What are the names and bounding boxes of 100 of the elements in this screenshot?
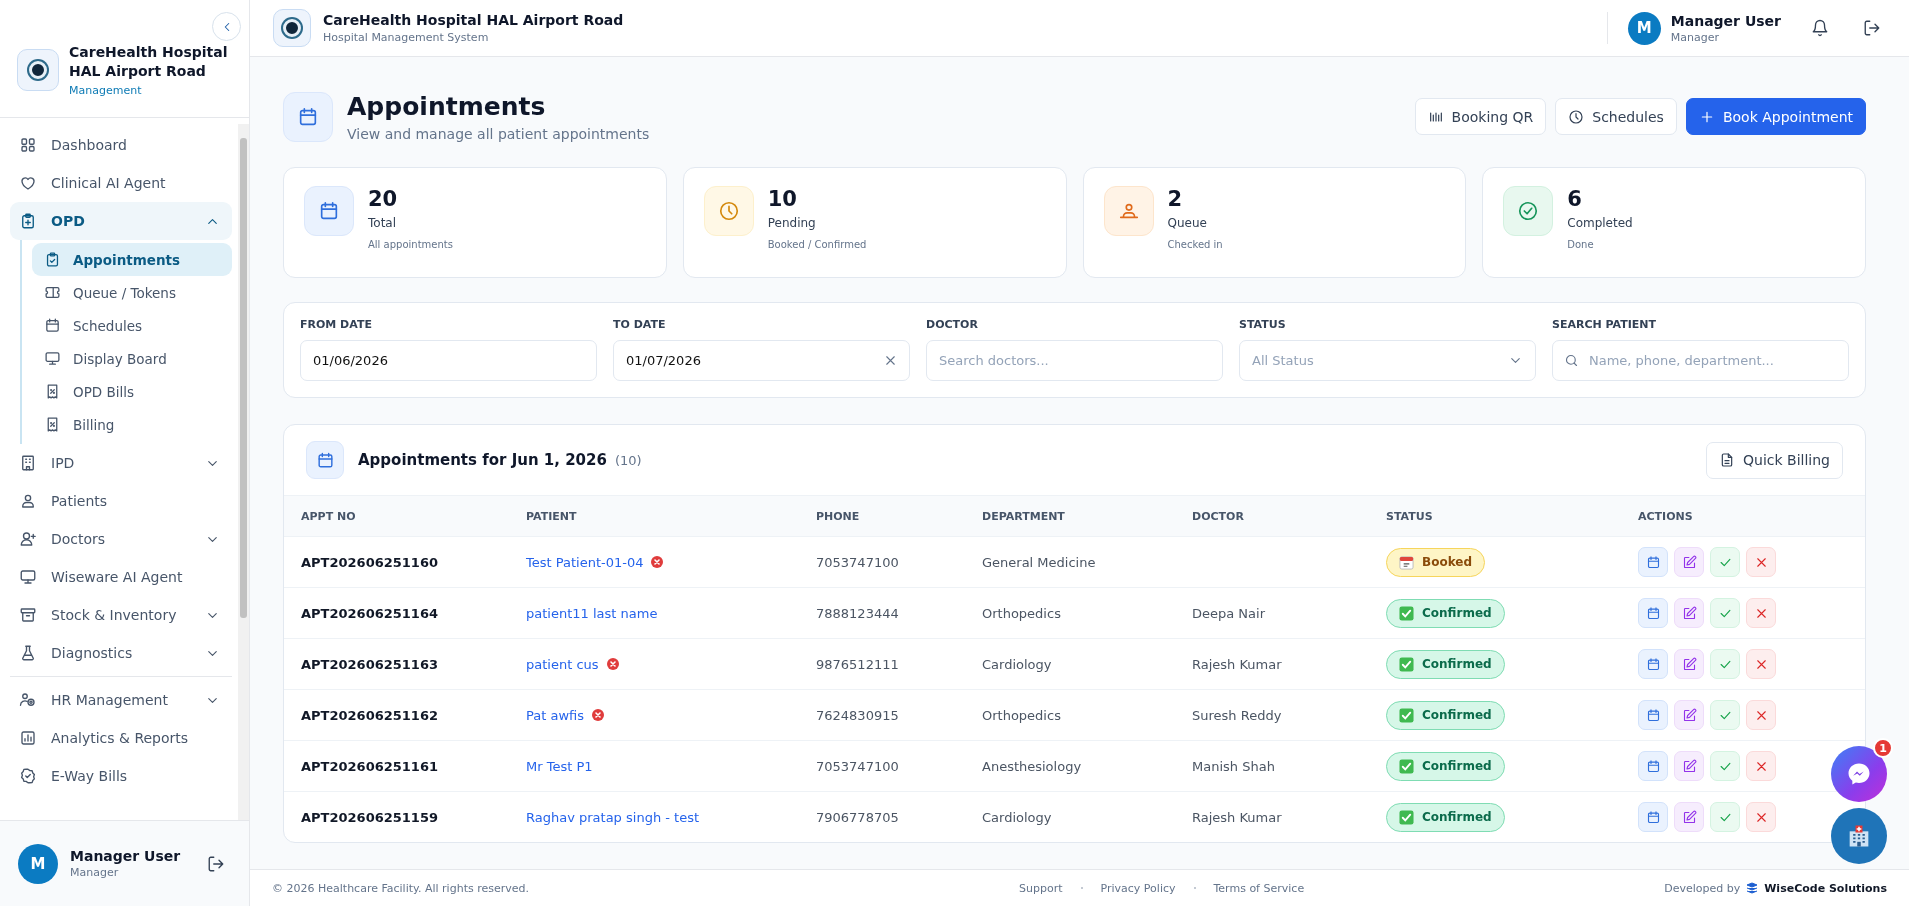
sidebar-item[interactable]: Doctors <box>10 520 232 558</box>
sidebar-item[interactable]: Wiseware AI Agent <box>10 558 232 596</box>
table-cell-text: Rajesh Kumar <box>1192 656 1283 672</box>
reschedule-button[interactable] <box>1638 751 1668 781</box>
date-field[interactable]: 01/07/2026 <box>613 340 910 381</box>
column-header: DEPARTMENT <box>982 509 1066 523</box>
reschedule-button[interactable] <box>1638 547 1668 577</box>
search-icon <box>1564 353 1579 368</box>
stat-value: 2 <box>1167 186 1184 212</box>
table-cell-text: 7906778705 <box>816 809 900 825</box>
person-icon <box>1103 186 1154 236</box>
cancel-button[interactable] <box>1746 802 1776 832</box>
clipboard-check-icon <box>44 251 61 268</box>
field-label: TO DATE <box>613 318 667 331</box>
cancel-button[interactable] <box>1746 547 1776 577</box>
appointment-count: (10) <box>614 452 642 468</box>
quick-billing-button[interactable]: Quick Billing <box>1706 441 1843 479</box>
scrollbar[interactable] <box>238 124 249 820</box>
clock-icon <box>703 186 754 236</box>
reschedule-button[interactable] <box>1638 649 1668 679</box>
cancel-button[interactable] <box>1746 751 1776 781</box>
input-field[interactable]: Search doctors... <box>926 340 1223 381</box>
schedules-button[interactable]: Schedules <box>1555 98 1677 135</box>
reschedule-button[interactable] <box>1638 598 1668 628</box>
patient-link[interactable]: Mr Test P1 <box>526 758 593 774</box>
sidebar-item[interactable]: HR Management <box>10 681 232 719</box>
sidebar-subitem[interactable]: Queue / Tokens <box>32 276 232 309</box>
sidebar-item[interactable]: Analytics & Reports <box>10 719 232 757</box>
cancel-button[interactable] <box>1746 649 1776 679</box>
stat-note: Booked / Confirmed <box>767 239 867 250</box>
sidebar-item[interactable]: Clinical AI Agent <box>10 164 232 202</box>
calendar-icon <box>1645 758 1661 774</box>
sidebar-item[interactable]: E-Way Bills <box>10 757 232 795</box>
sidebar-item[interactable]: OPD <box>10 202 232 240</box>
edit-button[interactable] <box>1674 802 1704 832</box>
cancel-button[interactable] <box>1746 700 1776 730</box>
app-title: CareHealth Hospital HAL Airport Road <box>323 12 624 28</box>
status-badge: Confirmed <box>1386 802 1505 832</box>
sidebar-item[interactable]: Stock & Inventory <box>10 596 232 634</box>
patient-link[interactable]: Raghav pratap singh - test <box>526 809 700 825</box>
reschedule-button[interactable] <box>1638 802 1668 832</box>
stat-label: Total <box>368 216 398 230</box>
edit-button[interactable] <box>1674 547 1704 577</box>
book-appointment-button[interactable]: Book Appointment <box>1685 98 1866 135</box>
footer-link[interactable]: Terms of Service <box>1213 881 1305 895</box>
patient-link[interactable]: Test Patient-01-04 <box>526 554 664 570</box>
patient-link[interactable]: Pat awfis <box>526 707 604 723</box>
table-cell-text: Suresh Reddy <box>1192 707 1283 723</box>
edit-button[interactable] <box>1674 700 1704 730</box>
table-cell-text: APT202606251163 <box>301 656 439 672</box>
status-badge: Confirmed <box>1386 649 1505 679</box>
status-badge: Booked <box>1386 547 1486 577</box>
column-header: DOCTOR <box>1192 509 1245 523</box>
user-avatar: M <box>1627 11 1661 45</box>
error-icon <box>651 556 664 568</box>
sidebar-item[interactable]: Patients <box>10 482 232 520</box>
table-cell-text: Orthopedics <box>982 605 1062 621</box>
user-avatar: M <box>18 843 58 884</box>
archive-icon <box>19 606 37 624</box>
booking-qr-button[interactable]: Booking QR <box>1414 98 1547 135</box>
footer-link[interactable]: Support <box>1019 881 1063 895</box>
clipboard-icon <box>19 212 37 230</box>
building-icon <box>19 454 37 472</box>
table-cell-text: 7053747100 <box>816 758 900 774</box>
sidebar-subitem[interactable]: OPD Bills <box>32 375 232 408</box>
clock-icon <box>1568 108 1585 125</box>
calendar-icon <box>1645 656 1661 672</box>
hospital-name: CareHealth Hospital HAL Airport Road <box>69 42 229 81</box>
page-title: Appointments <box>347 92 547 122</box>
sidebar-subitem[interactable]: Billing <box>32 408 232 441</box>
table-cell-text: APT202606251162 <box>301 707 439 723</box>
sidebar-item[interactable]: IPD <box>10 444 232 482</box>
sidebar-item[interactable]: Dashboard <box>10 126 232 164</box>
edit-button[interactable] <box>1674 598 1704 628</box>
patient-link[interactable]: patient cus <box>526 656 619 672</box>
field-label: STATUS <box>1239 318 1287 331</box>
calendar-icon <box>1399 554 1414 570</box>
table-cell-text: Rajesh Kumar <box>1192 809 1283 825</box>
clear-icon <box>883 353 898 368</box>
search-field[interactable]: Name, phone, department... <box>1552 340 1849 381</box>
error-icon <box>592 709 604 721</box>
sidebar-subitem[interactable]: Schedules <box>32 309 232 342</box>
footer-link[interactable]: Privacy Policy <box>1100 881 1176 895</box>
checkbox-icon <box>1399 707 1414 723</box>
edit-button[interactable] <box>1674 751 1704 781</box>
user-name: Manager User <box>1670 12 1781 29</box>
field-label: DOCTOR <box>926 318 979 331</box>
patient-link[interactable]: patient11 last name <box>526 605 658 621</box>
calendar-icon <box>1645 707 1661 723</box>
edit-icon <box>1681 758 1697 774</box>
date-field[interactable]: 01/06/2026 <box>300 340 597 381</box>
sidebar-subitem[interactable]: Appointments <box>32 243 232 276</box>
stat-note: All appointments <box>368 239 453 250</box>
column-header: PATIENT <box>526 509 578 523</box>
credit-label: Developed by <box>1664 881 1741 895</box>
reschedule-button[interactable] <box>1638 700 1668 730</box>
cancel-button[interactable] <box>1746 598 1776 628</box>
sidebar-item[interactable]: Diagnostics <box>10 634 232 672</box>
edit-button[interactable] <box>1674 649 1704 679</box>
sidebar-subitem[interactable]: Display Board <box>32 342 232 375</box>
